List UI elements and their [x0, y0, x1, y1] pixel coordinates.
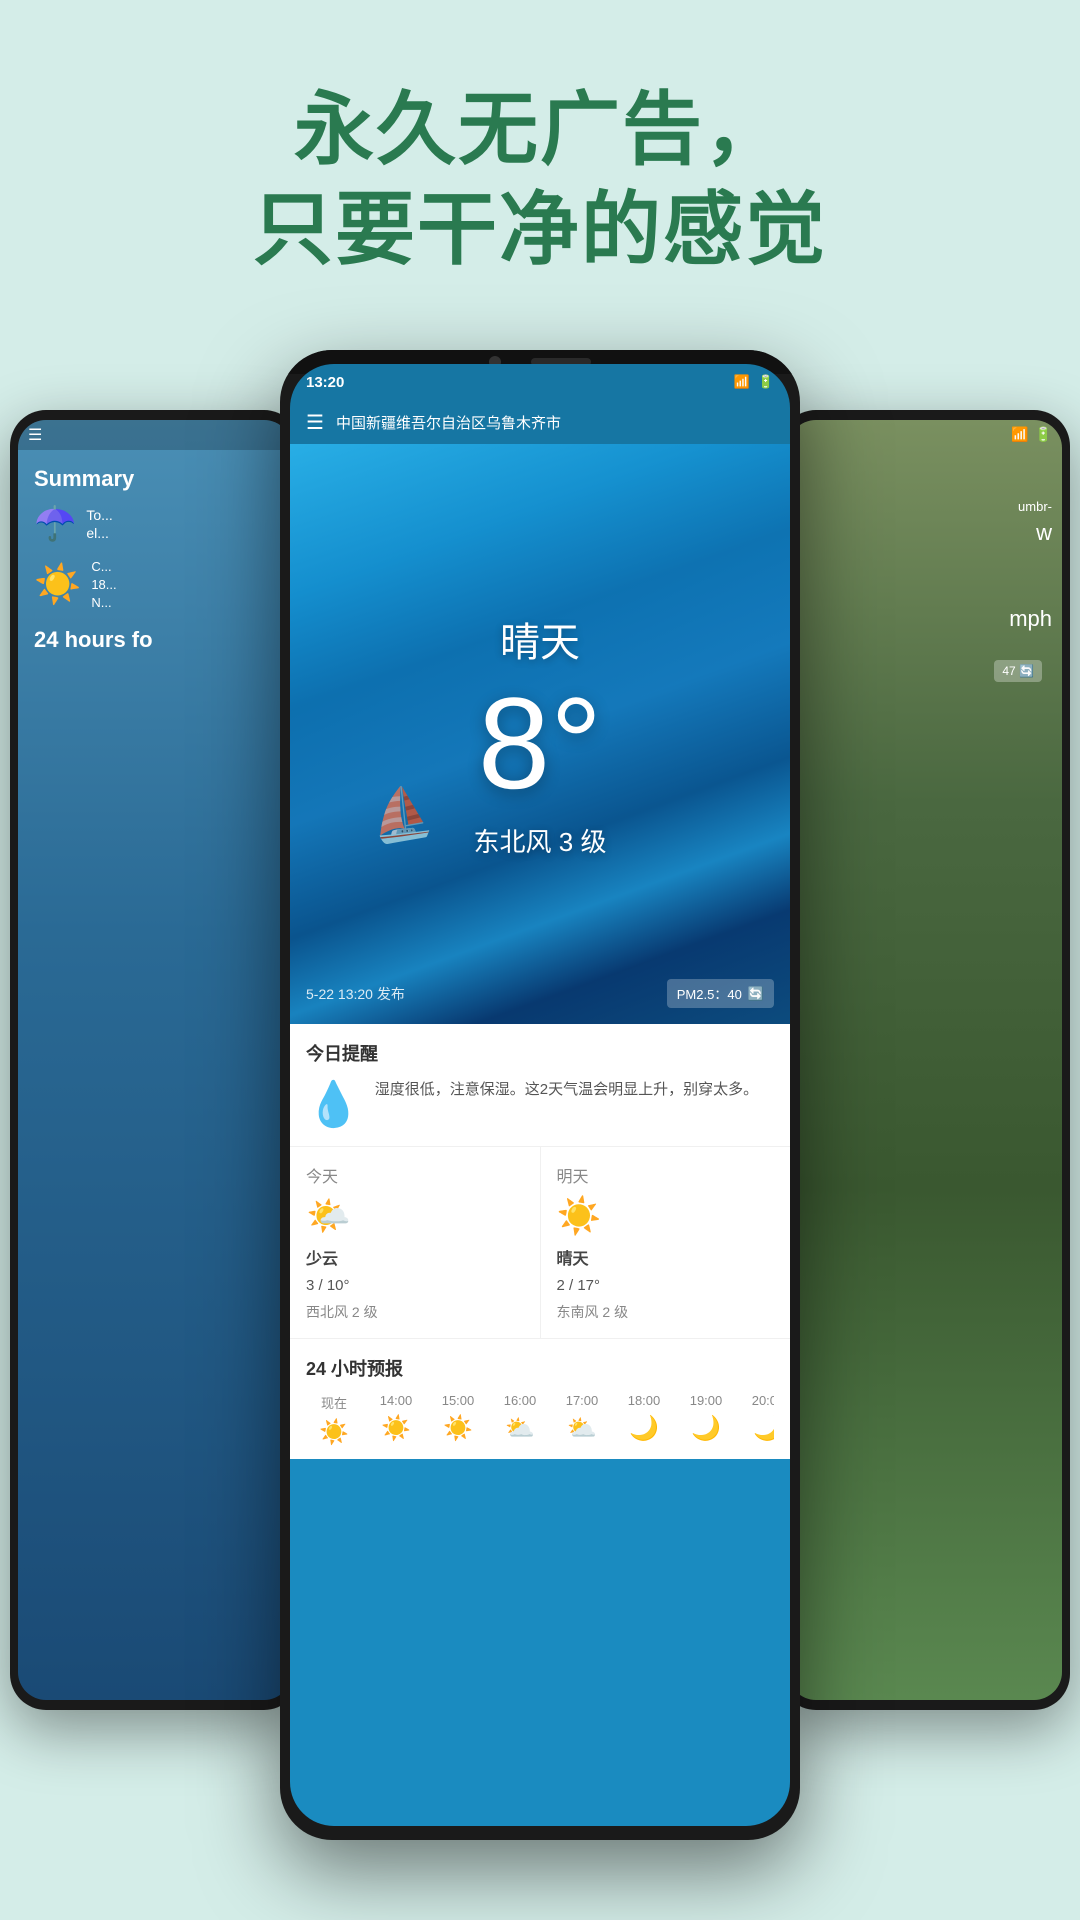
hour-weather-icon: 🌙 — [691, 1414, 721, 1443]
phone-right-screen: 📶 🔋 umbr- w mph 47 🔄 — [788, 420, 1062, 1700]
tomorrow-weather-icon: ☀️ — [557, 1195, 775, 1237]
reminder-body: 💧 湿度很低，注意保湿。这2天气温会明显上升，别穿太多。 — [306, 1078, 774, 1130]
phone-right-status: 📶 🔋 — [788, 420, 1062, 449]
reminder-text: 湿度很低，注意保湿。这2天气温会明显上升，别穿太多。 — [375, 1078, 758, 1102]
hour-item: 现在 ☀️ — [306, 1393, 362, 1447]
hour-item: 18:00 🌙 — [616, 1393, 672, 1447]
hour-item: 20:00 🌙 — [740, 1393, 774, 1447]
hour-weather-icon: ☀️ — [381, 1414, 411, 1443]
umbrella-text: To...el... — [86, 506, 112, 542]
water-drop-icon: 💧 — [306, 1078, 361, 1130]
sun-icon-left: ☀️ — [34, 563, 81, 607]
hours-row: 现在 ☀️ 14:00 ☀️ 15:00 ☀️ 16:00 ⛅ 17:00 ⛅ … — [306, 1393, 774, 1447]
app-tagline: 永久无广告， 只要干净的感觉 — [0, 80, 1080, 280]
hours24-label-left: 24 hours fo — [34, 627, 276, 653]
hour-item: 16:00 ⛅ — [492, 1393, 548, 1447]
weather-footer: 5-22 13:20 发布 PM2.5：40 🔄 — [290, 979, 790, 1008]
weather-wind: 东北风 3 级 — [474, 822, 607, 859]
menu-icon[interactable]: ☰ — [306, 410, 324, 435]
wifi-icon: 📶 — [734, 374, 750, 390]
hour-weather-icon: ⛅ — [567, 1414, 597, 1443]
hour-weather-icon: ☀️ — [319, 1418, 349, 1447]
tagline-line2: 只要干净的感觉 — [0, 180, 1080, 280]
hour-label: 16:00 — [504, 1393, 537, 1408]
right-weather-num: 47 — [1002, 664, 1015, 678]
right-phone-umbr: umbr- — [798, 499, 1052, 514]
hour-label: 现在 — [321, 1393, 347, 1412]
refresh-icon[interactable]: 🔄 — [748, 986, 764, 1002]
tomorrow-temp: 2 / 17° — [557, 1277, 775, 1294]
phone-center-screen: 13:20 📶 🔋 ☰ 中国新疆维吾尔自治区乌鲁木齐市 ⛵ 晴天 8° 东北风 … — [290, 364, 790, 1826]
hour-label: 20:00 — [752, 1393, 774, 1408]
right-phone-mph: mph — [798, 606, 1052, 632]
nav-bar[interactable]: ☰ 中国新疆维吾尔自治区乌鲁木齐市 — [290, 400, 790, 444]
hour-label: 15:00 — [442, 1393, 475, 1408]
phone-left: ☰ Summary ☂️ To...el... ☀️ C...18...N...… — [10, 410, 300, 1710]
today-temp: 3 / 10° — [306, 1277, 524, 1294]
hour-item: 15:00 ☀️ — [430, 1393, 486, 1447]
wifi-icon-right: 📶 — [1011, 426, 1028, 443]
tomorrow-label: 明天 — [557, 1163, 775, 1187]
status-time: 13:20 — [306, 374, 344, 391]
hour-label: 18:00 — [628, 1393, 661, 1408]
content-area: 今日提醒 💧 湿度很低，注意保湿。这2天气温会明显上升，别穿太多。 今天 🌤️ … — [290, 1024, 790, 1459]
status-icons: 📶 🔋 — [734, 374, 774, 390]
hour-weather-icon: ⛅ — [505, 1414, 535, 1443]
right-phone-w: w — [798, 520, 1052, 546]
tomorrow-forecast: 明天 ☀️ 晴天 2 / 17° 东南风 2 级 — [541, 1147, 791, 1338]
hour-weather-icon: ☀️ — [443, 1414, 473, 1443]
publish-time: 5-22 13:20 发布 — [306, 984, 405, 1004]
summary-label: Summary — [34, 466, 276, 492]
weather-condition: 晴天 — [500, 610, 580, 668]
today-label: 今天 — [306, 1163, 524, 1187]
umbrella-icon: ☂️ — [34, 504, 76, 544]
phones-container: ☰ Summary ☂️ To...el... ☀️ C...18...N...… — [0, 350, 1080, 1920]
pm-badge[interactable]: PM2.5：40 🔄 — [667, 979, 774, 1008]
phone-left-screen: ☰ Summary ☂️ To...el... ☀️ C...18...N...… — [18, 420, 292, 1700]
status-bar: 13:20 📶 🔋 — [290, 364, 790, 400]
location-text: 中国新疆维吾尔自治区乌鲁木齐市 — [336, 412, 774, 433]
boat-decoration: ⛵ — [365, 780, 437, 849]
weather-hero: ⛵ 晴天 8° 东北风 3 级 5-22 13:20 发布 PM2.5：40 🔄 — [290, 444, 790, 1024]
phone-right: 📶 🔋 umbr- w mph 47 🔄 — [780, 410, 1070, 1710]
hour-label: 19:00 — [690, 1393, 723, 1408]
hour-item: 14:00 ☀️ — [368, 1393, 424, 1447]
reminder-title: 今日提醒 — [306, 1040, 774, 1066]
hour-label: 14:00 — [380, 1393, 413, 1408]
forecast-row: 今天 🌤️ 少云 3 / 10° 西北风 2 级 明天 ☀️ 晴天 2 / 17… — [290, 1147, 790, 1339]
pm-value: PM2.5：40 — [677, 984, 742, 1003]
today-forecast: 今天 🌤️ 少云 3 / 10° 西北风 2 级 — [290, 1147, 541, 1338]
tomorrow-wind: 东南风 2 级 — [557, 1302, 775, 1322]
tomorrow-condition: 晴天 — [557, 1245, 775, 1269]
weather-temperature: 8° — [478, 678, 602, 808]
battery-icon: 🔋 — [758, 374, 774, 390]
today-weather-icon: 🌤️ — [306, 1195, 524, 1237]
today-text-left: C...18...N... — [91, 558, 116, 613]
battery-icon-right: 🔋 — [1035, 426, 1052, 443]
today-condition: 少云 — [306, 1245, 524, 1269]
hours24-title: 24 小时预报 — [306, 1355, 774, 1381]
refresh-icon-right: 🔄 — [1019, 664, 1034, 678]
hour-item: 17:00 ⛅ — [554, 1393, 610, 1447]
right-phone-badge: 47 🔄 — [994, 660, 1042, 682]
phone-center: 13:20 📶 🔋 ☰ 中国新疆维吾尔自治区乌鲁木齐市 ⛵ 晴天 8° 东北风 … — [280, 350, 800, 1840]
hours24-section: 24 小时预报 现在 ☀️ 14:00 ☀️ 15:00 ☀️ 16:00 ⛅ … — [290, 1339, 790, 1459]
today-reminder-section: 今日提醒 💧 湿度很低，注意保湿。这2天气温会明显上升，别穿太多。 — [290, 1024, 790, 1147]
hour-label: 17:00 — [566, 1393, 599, 1408]
tagline-line1: 永久无广告， — [0, 80, 1080, 180]
today-wind: 西北风 2 级 — [306, 1302, 524, 1322]
hour-weather-icon: 🌙 — [629, 1414, 659, 1443]
hour-item: 19:00 🌙 — [678, 1393, 734, 1447]
hour-weather-icon: 🌙 — [753, 1414, 774, 1443]
